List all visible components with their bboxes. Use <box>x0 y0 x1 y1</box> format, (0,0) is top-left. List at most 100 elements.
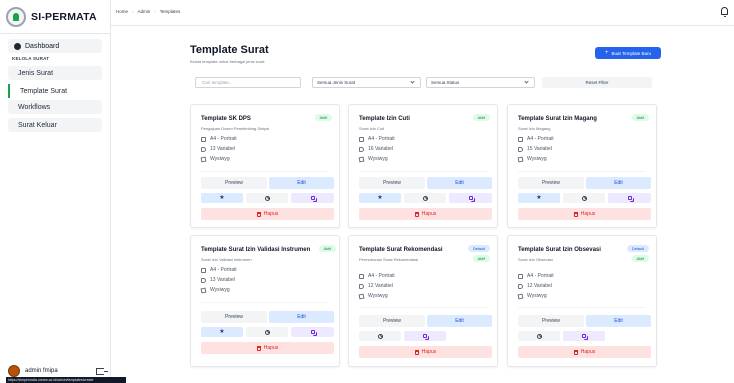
variable-count: 12 Variabel <box>359 283 393 289</box>
paper-size: A4 - Portrait <box>201 136 237 142</box>
bell-icon[interactable] <box>721 7 728 17</box>
duplicate-button[interactable] <box>291 327 334 337</box>
delete-button[interactable]: Hapus <box>518 208 651 220</box>
edit-icon <box>200 156 207 162</box>
deactivate-button[interactable] <box>246 327 288 337</box>
variable-count: 15 Variabel <box>518 146 552 152</box>
set-default-button[interactable]: ★ <box>201 327 243 337</box>
sidebar-item-surat-keluar[interactable]: Surat Keluar <box>8 118 102 132</box>
preview-button[interactable]: Preview <box>518 177 584 189</box>
preview-button[interactable]: Preview <box>359 315 425 327</box>
sidebar-item-template-surat[interactable]: Template Surat <box>8 84 102 98</box>
search-input[interactable]: Cari template... <box>195 77 301 88</box>
edit-button[interactable]: Edit <box>586 177 651 189</box>
duplicate-button[interactable] <box>608 193 651 203</box>
edit-button[interactable]: Edit <box>427 315 492 327</box>
duplicate-button[interactable] <box>404 331 446 341</box>
paper-size-text: A4 - Portrait <box>210 267 237 273</box>
breadcrumb-home[interactable]: Home <box>116 9 128 14</box>
duplicate-button[interactable] <box>291 193 334 203</box>
set-default-button[interactable]: ★ <box>518 193 560 203</box>
template-card: Template Surat Izin Validasi Instrumen S… <box>190 235 340 367</box>
chevron-right-icon: › <box>132 9 134 14</box>
template-card: Template Izin Cuti Surat Izin Cuti Aktif… <box>348 104 498 228</box>
card-title: Template Surat Izin Obsevasi <box>518 247 601 253</box>
preview-button[interactable]: Preview <box>359 177 425 189</box>
divider <box>359 307 487 308</box>
sidebar-item-label: Surat Keluar <box>18 121 57 129</box>
delete-label: Hapus <box>263 211 279 217</box>
divider <box>201 171 329 172</box>
ban-icon <box>536 333 542 339</box>
divider <box>201 302 329 303</box>
delete-button[interactable]: Hapus <box>201 342 334 354</box>
delete-button[interactable]: Hapus <box>201 208 334 220</box>
document-icon <box>201 136 206 142</box>
edit-button[interactable]: Edit <box>586 315 651 327</box>
deactivate-button[interactable] <box>563 193 605 203</box>
editor-type-text: Wysiwyg <box>210 156 230 162</box>
breadcrumb-templates: Templates <box>159 9 181 14</box>
chevron-down-icon <box>410 79 415 84</box>
editor-type: Wysiwyg <box>358 156 388 162</box>
sidebar-item-jenis-surat[interactable]: Jenis Surat <box>8 66 102 80</box>
jenis-surat-select[interactable]: Semua Jenis Surat <box>312 77 421 88</box>
preview-button[interactable]: Preview <box>201 177 267 189</box>
delete-button[interactable]: Hapus <box>518 346 651 358</box>
card-description: Surat Izin Cuti <box>359 126 385 131</box>
tag-icon <box>518 146 523 152</box>
edit-icon <box>517 156 524 162</box>
card-title: Template SK DPS <box>201 116 251 122</box>
status-badge: Aktif <box>631 255 649 262</box>
sidebar-item-label: Jenis Surat <box>18 69 54 77</box>
logout-icon[interactable] <box>96 367 108 375</box>
avatar <box>8 365 20 377</box>
preview-button[interactable]: Preview <box>201 311 267 323</box>
brand[interactable]: SI-PERMATA <box>6 6 97 28</box>
variable-count-text: 15 Variabel <box>527 146 552 152</box>
add-template-button[interactable]: + Buat Template Baru <box>595 47 661 59</box>
star-icon: ★ <box>536 195 542 201</box>
page-title: Template Surat <box>190 44 269 56</box>
breadcrumb-admin[interactable]: Admin <box>138 9 151 14</box>
divider <box>518 171 646 172</box>
edit-button[interactable]: Edit <box>269 177 334 189</box>
deactivate-button[interactable] <box>246 193 288 203</box>
chevron-right-icon: › <box>154 9 156 14</box>
variable-count-text: 16 Variabel <box>368 146 393 152</box>
card-description: Surat Izin Validasi Instrumen <box>201 257 252 262</box>
status-select[interactable]: Semua Status <box>426 77 535 88</box>
paper-size-text: A4 - Portrait <box>368 136 395 142</box>
delete-button[interactable]: Hapus <box>359 208 492 220</box>
set-default-button[interactable]: ★ <box>201 193 243 203</box>
edit-button[interactable]: Edit <box>269 311 334 323</box>
card-description: Pengajuan Dosen Pembimbing Skripsi <box>201 126 270 131</box>
delete-button[interactable]: Hapus <box>359 346 492 358</box>
editor-type: Wysiwyg <box>200 156 230 162</box>
user-profile[interactable]: admin fmipa <box>8 364 108 378</box>
default-badge: Default <box>626 245 649 252</box>
duplicate-button[interactable] <box>563 331 605 341</box>
deactivate-button[interactable] <box>404 193 446 203</box>
set-default-button[interactable]: ★ <box>359 193 401 203</box>
star-icon: ★ <box>219 195 225 201</box>
sidebar-item-workflows[interactable]: Workflows <box>8 100 102 114</box>
edit-button[interactable]: Edit <box>427 177 492 189</box>
deactivate-button[interactable] <box>359 331 401 341</box>
editor-type-text: Wysiwyg <box>527 293 547 299</box>
document-icon <box>518 273 523 279</box>
jenis-surat-value: Semua Jenis Surat <box>317 80 356 85</box>
editor-type-text: Wysiwyg <box>210 287 230 293</box>
sidebar-item-dashboard[interactable]: Dashboard <box>8 39 102 53</box>
star-icon: ★ <box>377 195 383 201</box>
divider <box>359 171 487 172</box>
preview-button[interactable]: Preview <box>518 315 584 327</box>
ban-icon <box>581 195 587 201</box>
tag-icon <box>359 146 364 152</box>
reset-filter-button[interactable]: Reset Filter <box>542 77 652 88</box>
paper-size: A4 - Portrait <box>201 267 237 273</box>
duplicate-button[interactable] <box>449 193 492 203</box>
card-description: Surat Izin Obsevasi <box>518 257 553 262</box>
tag-icon <box>359 283 364 289</box>
deactivate-button[interactable] <box>518 331 560 341</box>
